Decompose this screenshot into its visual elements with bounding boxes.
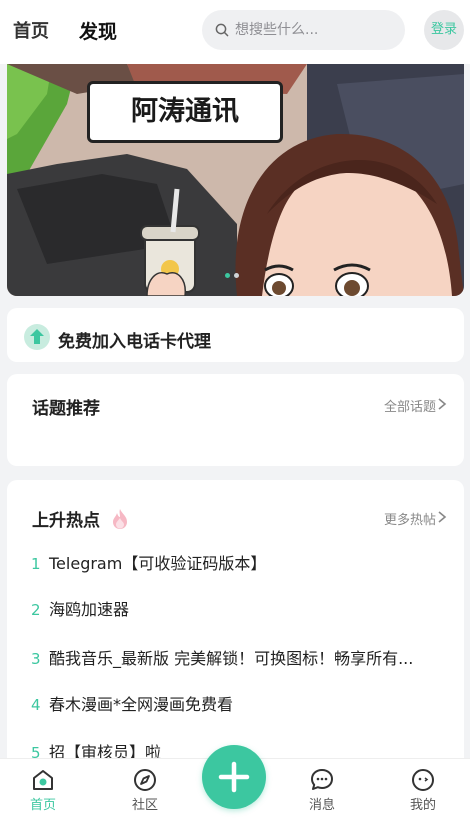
flame-icon <box>112 509 127 529</box>
hot-title: 春木漫画*全网漫画免费看 <box>49 695 234 714</box>
section-title-hot: 上升热点 <box>32 506 130 531</box>
bottom-nav-profile-label: 我的 <box>409 798 436 813</box>
topic-recommend-section: 话题推荐 全部话题 <box>7 374 464 466</box>
hot-rank: 3 <box>31 650 41 668</box>
create-post-button[interactable] <box>202 745 266 809</box>
bottom-nav-community-label: 社区 <box>131 798 158 813</box>
carousel-dot[interactable] <box>225 273 230 278</box>
bottom-nav-messages-label: 消息 <box>308 798 335 813</box>
banner-sign-text: 阿涛通讯 <box>87 81 283 143</box>
chevron-right-icon <box>438 511 447 523</box>
bottom-nav-home-label: 首页 <box>29 798 56 813</box>
hot-rank: 2 <box>31 601 41 619</box>
profile-icon <box>412 769 434 791</box>
tab-discover[interactable]: 发现 <box>79 17 118 46</box>
plus-icon <box>218 761 250 793</box>
agent-promo-card[interactable]: 免费加入电话卡代理 <box>7 308 464 362</box>
message-icon <box>311 769 333 790</box>
hot-title-text: 上升热点 <box>32 511 100 531</box>
hot-list-item[interactable]: 3 酷我音乐_最新版 完美解锁！可换图标！畅享所有... <box>31 645 451 669</box>
tab-home[interactable]: 首页 <box>13 17 49 43</box>
banner-carousel[interactable]: 阿涛通讯 <box>7 64 464 296</box>
hot-list-item[interactable]: 2 海鸥加速器 <box>31 596 451 620</box>
hot-title: Telegram【可收验证码版本】 <box>49 554 267 573</box>
top-bar: 首页 发现 登录 <box>0 0 470 64</box>
carousel-indicator <box>225 263 243 282</box>
more-hot-posts-link[interactable]: 更多热帖 <box>384 509 436 528</box>
hot-title: 酷我音乐_最新版 完美解锁！可换图标！畅享所有... <box>49 649 414 668</box>
home-icon <box>33 770 53 790</box>
login-button[interactable]: 登录 <box>424 10 464 50</box>
section-title-topics: 话题推荐 <box>32 399 100 419</box>
chevron-right-icon <box>438 398 447 410</box>
rising-hot-section: 上升热点 更多热帖 1 Telegram【可收验证码版本】 2 海鸥加速器 3 酷我音… <box>7 480 464 780</box>
search-bar[interactable] <box>202 10 405 50</box>
bottom-nav-home[interactable]: 首页 <box>13 759 73 820</box>
agent-promo-label: 免费加入电话卡代理 <box>58 332 211 352</box>
bottom-nav-messages[interactable]: 消息 <box>292 759 352 820</box>
hot-rank: 4 <box>31 696 41 714</box>
hot-list-item[interactable]: 1 Telegram【可收验证码版本】 <box>31 550 451 574</box>
search-icon <box>215 23 229 37</box>
hot-list-item[interactable]: 4 春木漫画*全网漫画免费看 <box>31 691 451 715</box>
search-input[interactable] <box>235 10 395 50</box>
hot-title: 海鸥加速器 <box>49 600 130 619</box>
all-topics-link[interactable]: 全部话题 <box>384 396 436 415</box>
tab-discover-label: 发现 <box>79 21 118 43</box>
carousel-dot[interactable] <box>234 273 239 278</box>
arrow-up-icon <box>24 324 50 350</box>
bottom-nav-community[interactable]: 社区 <box>115 759 175 820</box>
compass-icon <box>134 769 156 791</box>
hot-rank: 1 <box>31 555 41 573</box>
bottom-nav-profile[interactable]: 我的 <box>393 759 453 820</box>
